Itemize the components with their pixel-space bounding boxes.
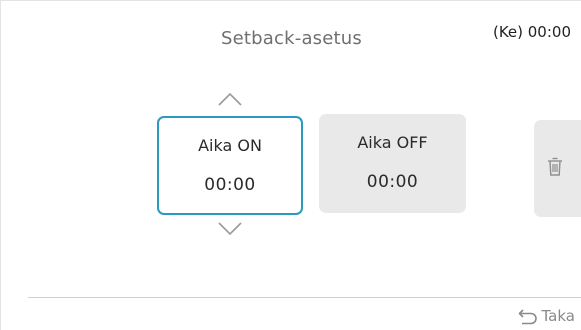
chevron-up-icon[interactable] bbox=[217, 91, 243, 107]
back-arrow-icon bbox=[517, 307, 542, 325]
time-off-value: 00:00 bbox=[366, 172, 419, 192]
time-on-label: Aika ON bbox=[198, 136, 262, 155]
trash-icon bbox=[546, 156, 564, 178]
time-on-value: 00:00 bbox=[204, 175, 256, 195]
time-on-card[interactable]: Aika ON 00:00 bbox=[157, 116, 303, 215]
setback-screen: Setback-asetus (Ke) 00:00 Aika ON 00:00 … bbox=[0, 0, 581, 330]
time-off-label: Aika OFF bbox=[357, 133, 428, 152]
back-label: Taka bbox=[541, 307, 576, 325]
footer-divider bbox=[28, 297, 581, 298]
back-button[interactable]: Taka bbox=[517, 305, 576, 327]
time-off-card[interactable]: Aika OFF 00:00 bbox=[319, 114, 466, 213]
delete-button[interactable] bbox=[534, 120, 581, 217]
clock-display: (Ke) 00:00 bbox=[492, 23, 571, 41]
chevron-down-icon[interactable] bbox=[217, 220, 243, 236]
